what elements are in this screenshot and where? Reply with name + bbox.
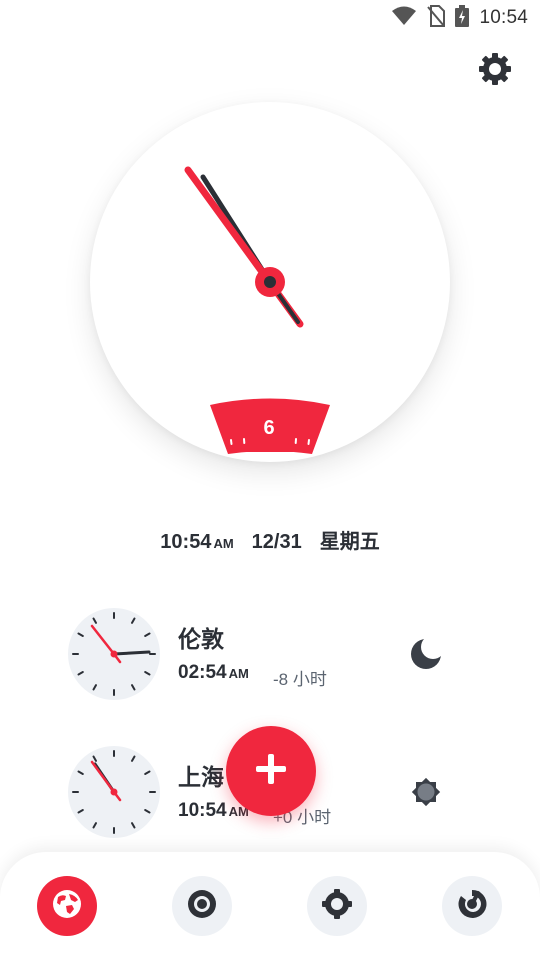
- settings-button[interactable]: [474, 50, 516, 92]
- stopwatch-icon: [321, 888, 353, 925]
- moon-icon: [406, 634, 446, 674]
- clock-tick: [144, 671, 151, 676]
- clock-tick: [92, 684, 97, 691]
- status-time: 10:54: [479, 7, 528, 28]
- bottom-nav: [0, 852, 540, 960]
- current-weekday: 星期五: [319, 531, 380, 553]
- world-clock-icon: [51, 888, 83, 925]
- status-bar: 10:54: [0, 0, 540, 36]
- clock-tick: [77, 671, 84, 676]
- clock-tick: [144, 809, 151, 814]
- city-name: 上海: [178, 764, 224, 790]
- clock-tick: [77, 632, 84, 637]
- battery-charging-icon: [455, 4, 470, 32]
- current-ampm: AM: [213, 536, 234, 551]
- current-time: 10:54 AM: [160, 531, 233, 554]
- gear-icon: [477, 51, 513, 92]
- nav-alarm[interactable]: [172, 876, 232, 936]
- clock-tick: [144, 632, 151, 637]
- clock-tick: [92, 755, 97, 762]
- date-line: 10:54 AM 12/31 星期五: [0, 525, 540, 554]
- main-clock: 6: [90, 102, 450, 462]
- plus-icon: [253, 751, 289, 792]
- city-time: 02:54 AM: [178, 662, 249, 684]
- city-mini-clock: [68, 608, 160, 700]
- add-city-button[interactable]: [226, 726, 316, 816]
- city-time-value: 10:54: [178, 800, 227, 821]
- nav-timer[interactable]: [442, 876, 502, 936]
- clock-tick: [144, 770, 151, 775]
- mini-clock-face-london: [72, 612, 156, 696]
- mini-clock-face-shanghai: [72, 750, 156, 834]
- status-icons: 10:54: [391, 4, 528, 32]
- dial-number: 6: [263, 417, 274, 439]
- clock-tick: [131, 822, 136, 829]
- timer-icon: [456, 888, 488, 925]
- clock-tick: [131, 684, 136, 691]
- clock-tick: [92, 822, 97, 829]
- current-time-value: 10:54: [160, 531, 212, 553]
- city-ampm: AM: [228, 666, 249, 681]
- wifi-icon: [391, 6, 417, 31]
- city-offset: -8 小时: [273, 670, 327, 689]
- hour-hand: [184, 166, 304, 328]
- city-time-value: 02:54: [178, 662, 227, 683]
- hour-dial-indicator: 6: [210, 398, 330, 454]
- alarm-icon: [186, 888, 218, 925]
- city-mini-clock: [68, 746, 160, 838]
- nav-world-clock[interactable]: [37, 876, 97, 936]
- clock-tick: [131, 755, 136, 762]
- city-name: 伦敦: [178, 626, 224, 652]
- city-row-london[interactable]: 伦敦 02:54 AM -8 小时: [68, 608, 488, 700]
- no-sim-icon: [427, 4, 446, 32]
- clock-tick: [77, 809, 84, 814]
- clock-tick: [77, 770, 84, 775]
- sun-icon: [406, 772, 446, 812]
- city-time: 10:54 AM: [178, 800, 249, 822]
- clock-tick: [131, 617, 136, 624]
- clock-tick: [92, 617, 97, 624]
- current-date: 12/31: [251, 531, 302, 553]
- nav-stopwatch[interactable]: [307, 876, 367, 936]
